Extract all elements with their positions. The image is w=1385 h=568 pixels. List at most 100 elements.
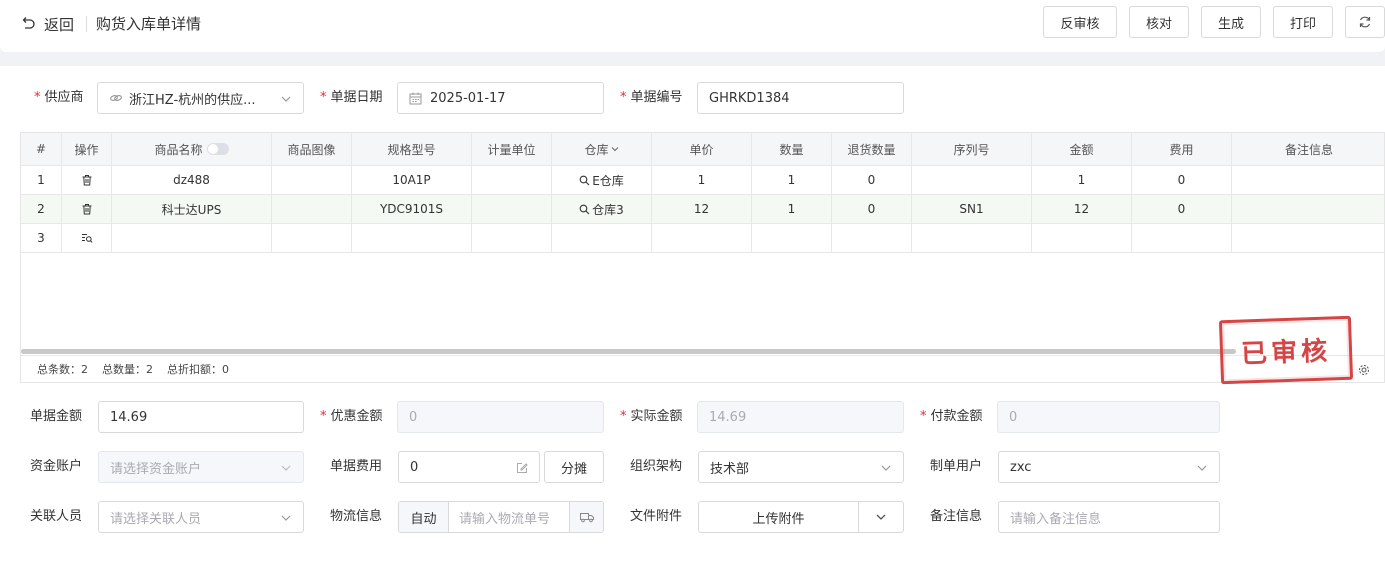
- remark-label: 备注信息: [930, 509, 983, 524]
- person-placeholder: 请选择关联人员: [110, 511, 202, 527]
- trash-icon: [82, 204, 91, 215]
- refresh-button[interactable]: [1345, 6, 1385, 38]
- cell-price[interactable]: 1: [652, 166, 752, 194]
- table-row-new: 3: [21, 224, 1384, 253]
- cell-qty[interactable]: 1: [752, 166, 832, 194]
- cell-amount: 1: [1032, 166, 1132, 194]
- bill-amount-value: 14.69: [110, 409, 148, 425]
- search-icon: [579, 175, 590, 185]
- upload-dropdown-button[interactable]: [859, 502, 903, 532]
- total-qty: 总数量：2: [102, 363, 153, 376]
- cell-amount: [1032, 224, 1132, 252]
- undo-icon: [22, 17, 35, 29]
- cell-remark[interactable]: [1232, 166, 1384, 194]
- bill-amount-label: 单据金额: [30, 409, 83, 424]
- cell-product-name[interactable]: [112, 224, 272, 252]
- cell-warehouse[interactable]: [552, 224, 652, 252]
- search-icon: [579, 204, 590, 214]
- cell-qty[interactable]: 1: [752, 195, 832, 223]
- account-placeholder: 请选择资金账户: [110, 461, 202, 477]
- cell-product-name[interactable]: 科士达UPS: [112, 195, 272, 223]
- actual-amount-input: 14.69: [697, 401, 904, 433]
- horizontal-scrollbar[interactable]: [21, 349, 1236, 354]
- truck-icon: [579, 513, 594, 523]
- fee-label: 单据费用: [330, 459, 383, 474]
- logistics-input[interactable]: 请输入物流单号: [449, 502, 569, 532]
- org-select[interactable]: 技术部: [698, 451, 904, 483]
- cell-serial[interactable]: [912, 224, 1032, 252]
- edit-icon[interactable]: [516, 462, 528, 474]
- date-picker[interactable]: 2025-01-17: [397, 82, 604, 114]
- trash-icon: [82, 175, 91, 186]
- delete-row-button[interactable]: [62, 166, 112, 194]
- cell-fee[interactable]: 0: [1132, 166, 1232, 194]
- paid-amount-input: 0: [997, 401, 1220, 433]
- back-button[interactable]: 返回: [20, 13, 74, 35]
- col-warehouse[interactable]: 仓库: [552, 133, 652, 165]
- generate-button[interactable]: 生成: [1201, 6, 1261, 38]
- upload-group: 上传附件: [698, 501, 904, 533]
- delete-row-button[interactable]: [62, 195, 112, 223]
- col-remark: 备注信息: [1284, 142, 1333, 157]
- settings-icon[interactable]: [1358, 364, 1370, 376]
- table-row: 2 科士达UPS YDC9101S 仓库3 12 1 0 SN1 12 0: [21, 195, 1384, 224]
- cell-fee[interactable]: 0: [1132, 195, 1232, 223]
- bill-number-input[interactable]: GHRKD1384: [697, 82, 904, 114]
- remark-input[interactable]: 请输入备注信息: [998, 501, 1220, 533]
- cell-fee[interactable]: [1132, 224, 1232, 252]
- total-discount: 总折扣额：0: [167, 363, 229, 376]
- fee-input[interactable]: 0: [398, 451, 540, 483]
- org-value: 技术部: [710, 461, 750, 477]
- remark-placeholder: 请输入备注信息: [1010, 511, 1102, 527]
- cell-unit: [472, 224, 552, 252]
- chevron-down-icon: [611, 147, 618, 152]
- cell-price[interactable]: [652, 224, 752, 252]
- person-select[interactable]: 请选择关联人员: [98, 501, 304, 533]
- cell-spec: [352, 224, 472, 252]
- col-product-image: 商品图像: [272, 133, 352, 165]
- chevron-down-icon: [876, 514, 886, 520]
- split-button[interactable]: 分摊: [544, 451, 604, 483]
- unapprove-button[interactable]: 反审核: [1043, 6, 1117, 38]
- cell-price[interactable]: 12: [652, 195, 752, 223]
- logistics-track-button[interactable]: [569, 502, 603, 532]
- cell-product-name[interactable]: dz488: [112, 166, 272, 194]
- date-value: 2025-01-17: [430, 90, 506, 106]
- cell-qty[interactable]: [752, 224, 832, 252]
- col-unit: 计量单位: [472, 133, 552, 165]
- name-toggle-switch[interactable]: [206, 143, 229, 155]
- upload-button[interactable]: 上传附件: [699, 502, 859, 532]
- cell-warehouse[interactable]: 仓库3: [552, 195, 652, 223]
- row-index: 1: [21, 166, 62, 194]
- actual-label: * 实际金额: [620, 409, 683, 424]
- maker-select[interactable]: zxc: [998, 451, 1220, 483]
- number-label: * 单据编号: [620, 90, 683, 105]
- col-index: #: [21, 133, 62, 165]
- chevron-down-icon: [281, 515, 291, 521]
- check-button[interactable]: 核对: [1129, 6, 1189, 38]
- cell-serial[interactable]: [912, 166, 1032, 194]
- actual-value: 14.69: [709, 409, 747, 425]
- print-button[interactable]: 打印: [1273, 6, 1333, 38]
- account-label: 资金账户: [30, 459, 83, 474]
- refresh-icon: [1359, 16, 1371, 28]
- bill-amount-input[interactable]: 14.69: [98, 401, 304, 433]
- cell-remark[interactable]: [1232, 224, 1384, 252]
- cell-product-image: [272, 224, 352, 252]
- cell-unit: [472, 166, 552, 194]
- cell-remark[interactable]: [1232, 195, 1384, 223]
- col-qty: 数量: [752, 133, 832, 165]
- approved-stamp: 已审核: [1218, 315, 1354, 385]
- cell-serial[interactable]: SN1: [912, 195, 1032, 223]
- search-product-button[interactable]: [62, 224, 112, 252]
- paid-label: * 付款金额: [920, 409, 983, 424]
- cell-warehouse[interactable]: E仓库: [552, 166, 652, 194]
- col-spec: 规格型号: [352, 133, 472, 165]
- cell-amount: 12: [1032, 195, 1132, 223]
- discount-value: 0: [409, 409, 418, 425]
- chevron-down-icon: [281, 465, 291, 471]
- back-label: 返回: [44, 15, 75, 34]
- maker-value: zxc: [1010, 459, 1032, 475]
- logistics-mode[interactable]: 自动: [399, 502, 449, 532]
- supplier-select[interactable]: 浙江HZ-杭州的供应...: [97, 82, 304, 114]
